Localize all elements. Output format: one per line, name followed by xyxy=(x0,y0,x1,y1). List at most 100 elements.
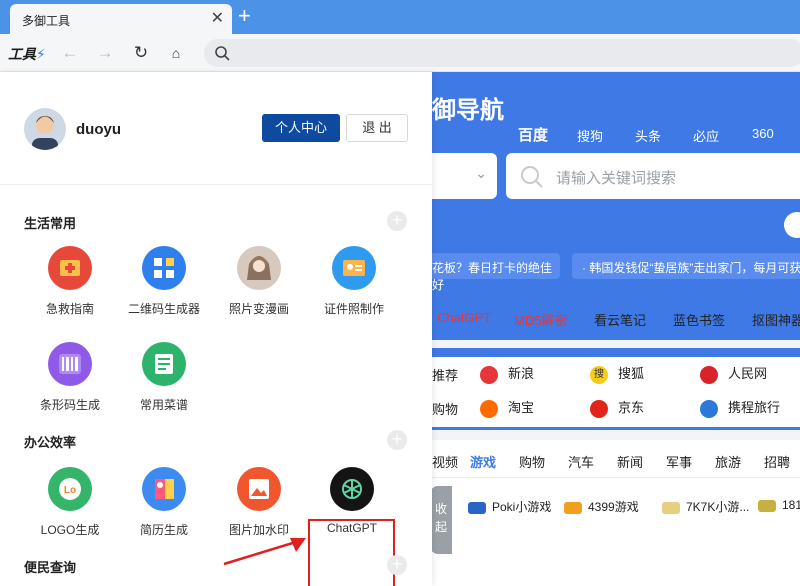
quicklink-md5[interactable]: MD5解密 xyxy=(514,310,567,329)
qrcode-icon xyxy=(142,246,186,290)
tab-travel[interactable]: 旅游 xyxy=(715,452,741,471)
quicklink-chatgpt[interactable]: ChatGPT xyxy=(437,310,491,325)
reload-icon[interactable]: ↻ xyxy=(131,43,151,63)
section-title-convenience: 便民查询 xyxy=(24,560,77,575)
game-poki[interactable]: Poki小游戏 xyxy=(468,498,551,515)
site-taobao[interactable]: 淘宝 xyxy=(480,397,534,418)
add-icon[interactable]: + xyxy=(387,430,407,450)
tab-video[interactable]: 视频 xyxy=(432,452,458,471)
site-sina[interactable]: 新浪 xyxy=(480,363,534,384)
tool-label: 照片变漫画 xyxy=(228,302,289,316)
tool-resume[interactable]: 简历生成 xyxy=(114,467,214,557)
news-ticker-2[interactable]: · 韩国发钱促“蛰居族”走出家门，每月可获金 xyxy=(572,253,800,279)
ctrip-icon xyxy=(700,399,718,418)
separator xyxy=(432,340,800,348)
tab-games[interactable]: 游戏 xyxy=(470,452,496,471)
tab-military[interactable]: 军事 xyxy=(666,452,692,471)
sohu-icon: 搜 xyxy=(590,365,608,384)
site-label: 京东 xyxy=(618,400,645,415)
poki-icon xyxy=(468,501,486,514)
jd-icon xyxy=(590,399,608,418)
tool-label: 二维码生成器 xyxy=(127,302,200,316)
divider xyxy=(0,184,432,185)
people-icon xyxy=(700,365,718,384)
game-7k7k[interactable]: 7K7K小游... xyxy=(662,498,749,515)
barcode-icon xyxy=(48,342,92,386)
news-ticker-1[interactable]: 花板？春日打卡的绝佳好 xyxy=(432,253,560,292)
tool-label: 简历生成 xyxy=(139,523,188,537)
tool-qrcode[interactable]: 二维码生成器 xyxy=(114,246,214,336)
game-label: 181 xyxy=(782,498,800,512)
section-title-life: 生活常用 xyxy=(24,216,77,231)
forward-icon[interactable]: → xyxy=(95,43,115,63)
quicklink-kanyun[interactable]: 看云笔记 xyxy=(594,310,646,329)
game-181[interactable]: 181 xyxy=(758,498,800,512)
highlight-box xyxy=(308,519,395,586)
game-label: 7K7K小游... xyxy=(686,500,750,514)
site-label: 搜狐 xyxy=(618,366,645,381)
game-label: Poki小游戏 xyxy=(492,500,552,514)
add-icon[interactable]: + xyxy=(387,555,407,575)
engine-bing[interactable]: 必应 xyxy=(693,126,719,145)
separator xyxy=(432,430,800,440)
engine-baidu[interactable]: 百度 xyxy=(518,124,548,145)
browser-tab[interactable]: 多御工具 ✕ xyxy=(10,4,232,34)
home-icon[interactable]: ⌂ xyxy=(166,43,186,63)
tool-barcode[interactable]: 条形码生成 xyxy=(20,342,120,432)
tab-title: 多御工具 xyxy=(22,14,71,28)
search-icon xyxy=(521,166,543,188)
photo-comic-icon xyxy=(237,246,281,290)
site-label[interactable]: 购物 xyxy=(432,399,458,418)
tool-label: 证件照制作 xyxy=(323,302,384,316)
tool-id-photo[interactable]: 证件照制作 xyxy=(304,246,404,336)
sina-icon xyxy=(480,365,498,384)
search-box[interactable]: 请输入关键词搜索 xyxy=(506,153,800,199)
tool-recipes[interactable]: 常用菜谱 xyxy=(114,342,214,432)
new-tab-icon[interactable]: + xyxy=(238,4,251,28)
tab-news[interactable]: 新闻 xyxy=(617,452,643,471)
section-title-office: 办公效率 xyxy=(24,435,77,450)
site-jd[interactable]: 京东 xyxy=(590,397,644,418)
chevron-down-icon: ⌄ xyxy=(475,165,487,181)
site-label[interactable]: 推荐 xyxy=(432,365,458,384)
game-4399[interactable]: 4399游戏 xyxy=(564,498,639,515)
profile-button[interactable]: 个人中心 xyxy=(262,114,340,142)
address-bar[interactable] xyxy=(204,39,800,67)
tool-logo-maker[interactable]: Lo LOGO生成 xyxy=(20,467,120,557)
quicklink-cutout[interactable]: 抠图神器 xyxy=(752,310,800,329)
engine-toutiao[interactable]: 头条 xyxy=(635,126,661,145)
site-label: 人民网 xyxy=(728,366,768,381)
quicklink-bookmark[interactable]: 蓝色书签 xyxy=(673,310,725,329)
collapse-button[interactable]: 收起 xyxy=(430,486,452,554)
avatar-image xyxy=(32,116,58,150)
logout-button[interactable]: 退 出 xyxy=(346,114,408,142)
181-icon xyxy=(758,499,776,512)
tool-label: 常用菜谱 xyxy=(139,398,188,412)
tab-auto[interactable]: 汽车 xyxy=(568,452,594,471)
quick-links: ChatGPT MD5解密 看云笔记 蓝色书签 抠图神器 xyxy=(432,306,800,330)
game-label: 4399游戏 xyxy=(588,500,639,514)
site-sohu[interactable]: 搜搜狐 xyxy=(590,363,644,384)
first-aid-icon xyxy=(48,246,92,290)
floating-button[interactable] xyxy=(784,212,800,238)
game-links: Poki小游戏 4399游戏 7K7K小游... 181 xyxy=(432,484,800,524)
site-ctrip[interactable]: 携程旅行 xyxy=(700,397,780,418)
chatgpt-icon xyxy=(330,467,374,511)
engine-360[interactable]: 360 xyxy=(752,126,774,141)
back-icon[interactable]: ← xyxy=(60,43,80,63)
avatar xyxy=(24,108,66,150)
resume-icon xyxy=(142,467,186,511)
close-tab-icon[interactable]: ✕ xyxy=(211,8,224,28)
tool-first-aid[interactable]: 急救指南 xyxy=(20,246,120,336)
svg-text:Lo: Lo xyxy=(64,485,76,496)
tool-photo-comic[interactable]: 照片变漫画 xyxy=(209,246,309,336)
tab-shopping[interactable]: 购物 xyxy=(519,452,545,471)
add-icon[interactable]: + xyxy=(387,211,407,231)
engine-sogou[interactable]: 搜狗 xyxy=(577,126,603,145)
tab-jobs[interactable]: 招聘 xyxy=(764,452,790,471)
app-logo[interactable]: 工具⚡ xyxy=(8,44,46,64)
category-select[interactable]: ⌄ xyxy=(432,153,497,199)
search-placeholder: 请输入关键词搜索 xyxy=(556,170,677,187)
nav-page: 御导航 百度 搜狗 头条 必应 360 ⌄ 请输入关键词搜索 花板？春日打卡的绝… xyxy=(432,72,800,586)
site-people[interactable]: 人民网 xyxy=(700,363,767,384)
